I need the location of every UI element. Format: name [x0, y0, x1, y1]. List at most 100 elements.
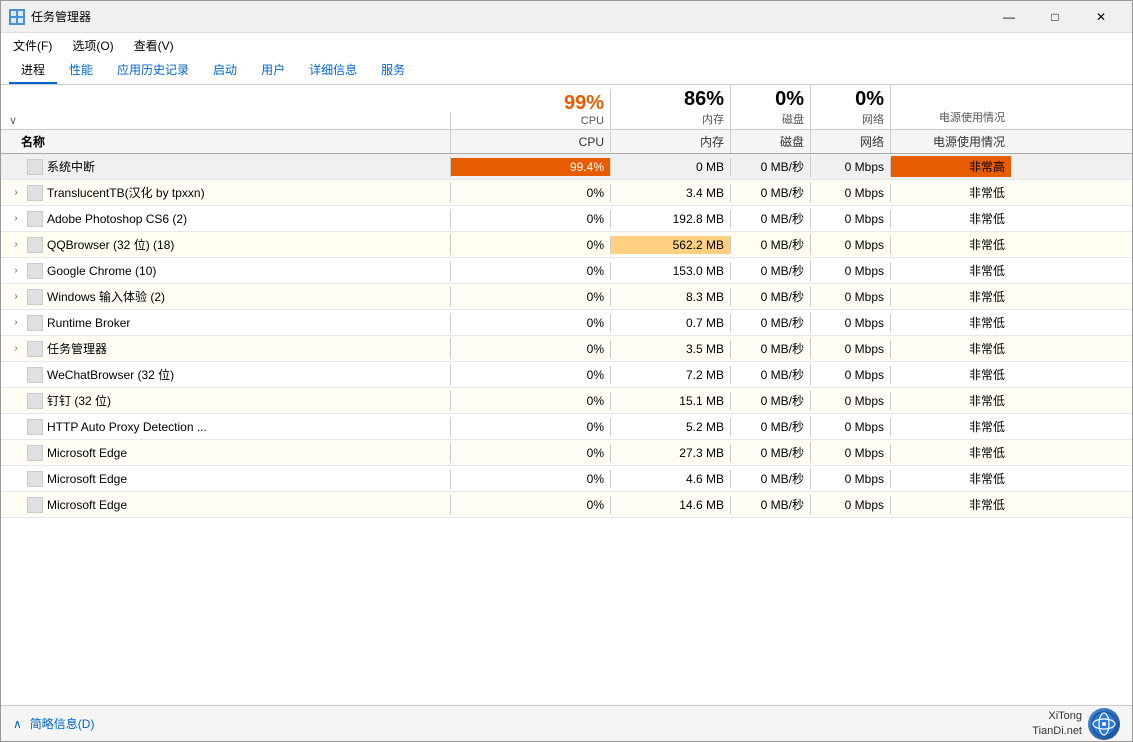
title-bar: 任务管理器 — □ ✕ — [1, 1, 1132, 33]
row-name-cell: › QQBrowser (32 位) (18) — [1, 234, 451, 255]
menu-options[interactable]: 选项(O) — [64, 35, 121, 56]
column-stats-row: ∨ 99% CPU 86% 内存 0% 磁盘 0% 网络 — [1, 85, 1132, 130]
process-name: Windows 输入体验 (2) — [47, 288, 165, 305]
expand-placeholder — [9, 160, 23, 174]
mem-cell: 562.2 MB — [611, 236, 731, 254]
power-cell: 非常低 — [891, 494, 1011, 515]
net-cell: 0 Mbps — [811, 210, 891, 228]
process-name: Microsoft Edge — [47, 472, 127, 486]
cpu-cell: 0% — [451, 288, 611, 306]
tab-process[interactable]: 进程 — [9, 57, 57, 84]
process-name: HTTP Auto Proxy Detection ... — [47, 420, 207, 434]
col-label-disk[interactable]: 磁盘 — [731, 130, 811, 153]
mem-cell: 0 MB — [611, 158, 731, 176]
disk-cell: 0 MB/秒 — [731, 260, 811, 281]
power-cell: 非常低 — [891, 208, 1011, 229]
mem-cell: 153.0 MB — [611, 262, 731, 280]
logo-circle — [1088, 708, 1120, 740]
disk-cell: 0 MB/秒 — [731, 338, 811, 359]
mem-cell: 14.6 MB — [611, 496, 731, 514]
summary-label[interactable]: 简略信息(D) — [30, 715, 95, 732]
menu-view[interactable]: 查看(V) — [126, 35, 182, 56]
expand-btn[interactable]: › — [9, 316, 23, 330]
expand-btn[interactable]: › — [9, 264, 23, 278]
row-app-icon — [27, 263, 43, 279]
app-icon — [9, 9, 25, 25]
disk-cell: 0 MB/秒 — [731, 494, 811, 515]
cpu-cell: 0% — [451, 444, 611, 462]
net-cell: 0 Mbps — [811, 418, 891, 436]
tab-performance[interactable]: 性能 — [57, 57, 105, 84]
row-name-cell: Microsoft Edge — [1, 469, 451, 489]
table-row[interactable]: › Windows 输入体验 (2) 0% 8.3 MB 0 MB/秒 0 Mb… — [1, 284, 1132, 310]
process-name: Google Chrome (10) — [47, 264, 156, 278]
col-label-net[interactable]: 网络 — [811, 130, 891, 153]
row-app-icon — [27, 445, 43, 461]
row-app-icon — [27, 289, 43, 305]
row-app-icon — [27, 471, 43, 487]
minimize-button[interactable]: — — [986, 1, 1032, 33]
mem-cell: 5.2 MB — [611, 418, 731, 436]
expand-btn[interactable]: › — [9, 290, 23, 304]
disk-stat: 0% 磁盘 — [731, 85, 811, 129]
process-name: WeChatBrowser (32 位) — [47, 366, 174, 383]
tab-services[interactable]: 服务 — [369, 57, 417, 84]
power-cell: 非常低 — [891, 390, 1011, 411]
menu-file[interactable]: 文件(F) — [5, 35, 60, 56]
table-row[interactable]: Microsoft Edge 0% 4.6 MB 0 MB/秒 0 Mbps 非… — [1, 466, 1132, 492]
power-cell: 非常高 — [891, 156, 1011, 177]
expand-btn[interactable]: › — [9, 212, 23, 226]
cpu-stat-label: CPU — [581, 115, 604, 127]
table-row[interactable]: › Adobe Photoshop CS6 (2) 0% 192.8 MB 0 … — [1, 206, 1132, 232]
expand-btn[interactable]: › — [9, 238, 23, 252]
net-cell: 0 Mbps — [811, 444, 891, 462]
table-row[interactable]: HTTP Auto Proxy Detection ... 0% 5.2 MB … — [1, 414, 1132, 440]
summary-button[interactable]: ∧ 简略信息(D) — [13, 715, 94, 732]
table-row[interactable]: Microsoft Edge 0% 27.3 MB 0 MB/秒 0 Mbps … — [1, 440, 1132, 466]
col-label-power[interactable]: 电源使用情况 — [891, 130, 1011, 153]
col-label-name[interactable]: 名称 — [1, 130, 451, 153]
disk-stat-label: 磁盘 — [782, 111, 804, 127]
tab-details[interactable]: 详细信息 — [297, 57, 369, 84]
table-row[interactable]: › QQBrowser (32 位) (18) 0% 562.2 MB 0 MB… — [1, 232, 1132, 258]
net-stat: 0% 网络 — [811, 85, 891, 129]
table-row[interactable]: 系统中断 99.4% 0 MB 0 MB/秒 0 Mbps 非常高 — [1, 154, 1132, 180]
expand-btn[interactable]: › — [9, 342, 23, 356]
net-cell: 0 Mbps — [811, 262, 891, 280]
table-row[interactable]: › Runtime Broker 0% 0.7 MB 0 MB/秒 0 Mbps… — [1, 310, 1132, 336]
disk-cell: 0 MB/秒 — [731, 208, 811, 229]
row-app-icon — [27, 237, 43, 253]
table-row[interactable]: › TranslucentTB(汉化 by tpxxn) 0% 3.4 MB 0… — [1, 180, 1132, 206]
row-name-cell: WeChatBrowser (32 位) — [1, 364, 451, 385]
row-name-cell: › Windows 输入体验 (2) — [1, 286, 451, 307]
tab-startup[interactable]: 启动 — [201, 57, 249, 84]
task-manager-window: 任务管理器 — □ ✕ 文件(F) 选项(O) 查看(V) 进程 性能 应用历史… — [0, 0, 1133, 742]
row-name-cell: › 任务管理器 — [1, 338, 451, 359]
expand-placeholder — [9, 472, 23, 486]
process-name: Microsoft Edge — [47, 446, 127, 460]
row-name-cell: 钉钉 (32 位) — [1, 390, 451, 411]
table-row[interactable]: › Google Chrome (10) 0% 153.0 MB 0 MB/秒 … — [1, 258, 1132, 284]
col-label-mem[interactable]: 内存 — [611, 130, 731, 153]
cpu-cell: 0% — [451, 418, 611, 436]
table-row[interactable]: › 任务管理器 0% 3.5 MB 0 MB/秒 0 Mbps 非常低 — [1, 336, 1132, 362]
cpu-cell: 0% — [451, 210, 611, 228]
col-label-cpu[interactable]: CPU — [451, 132, 611, 152]
disk-cell: 0 MB/秒 — [731, 182, 811, 203]
net-cell: 0 Mbps — [811, 366, 891, 384]
tab-users[interactable]: 用户 — [249, 57, 297, 84]
tab-app-history[interactable]: 应用历史记录 — [105, 57, 201, 84]
mem-cell: 27.3 MB — [611, 444, 731, 462]
expand-btn[interactable]: › — [9, 186, 23, 200]
table-row[interactable]: Microsoft Edge 0% 14.6 MB 0 MB/秒 0 Mbps … — [1, 492, 1132, 518]
table-row[interactable]: WeChatBrowser (32 位) 0% 7.2 MB 0 MB/秒 0 … — [1, 362, 1132, 388]
net-cell: 0 Mbps — [811, 236, 891, 254]
row-app-icon — [27, 341, 43, 357]
mem-cell: 15.1 MB — [611, 392, 731, 410]
net-cell: 0 Mbps — [811, 392, 891, 410]
power-cell: 非常低 — [891, 312, 1011, 333]
table-row[interactable]: 钉钉 (32 位) 0% 15.1 MB 0 MB/秒 0 Mbps 非常低 — [1, 388, 1132, 414]
close-button[interactable]: ✕ — [1078, 1, 1124, 33]
maximize-button[interactable]: □ — [1032, 1, 1078, 33]
cpu-cell: 0% — [451, 184, 611, 202]
